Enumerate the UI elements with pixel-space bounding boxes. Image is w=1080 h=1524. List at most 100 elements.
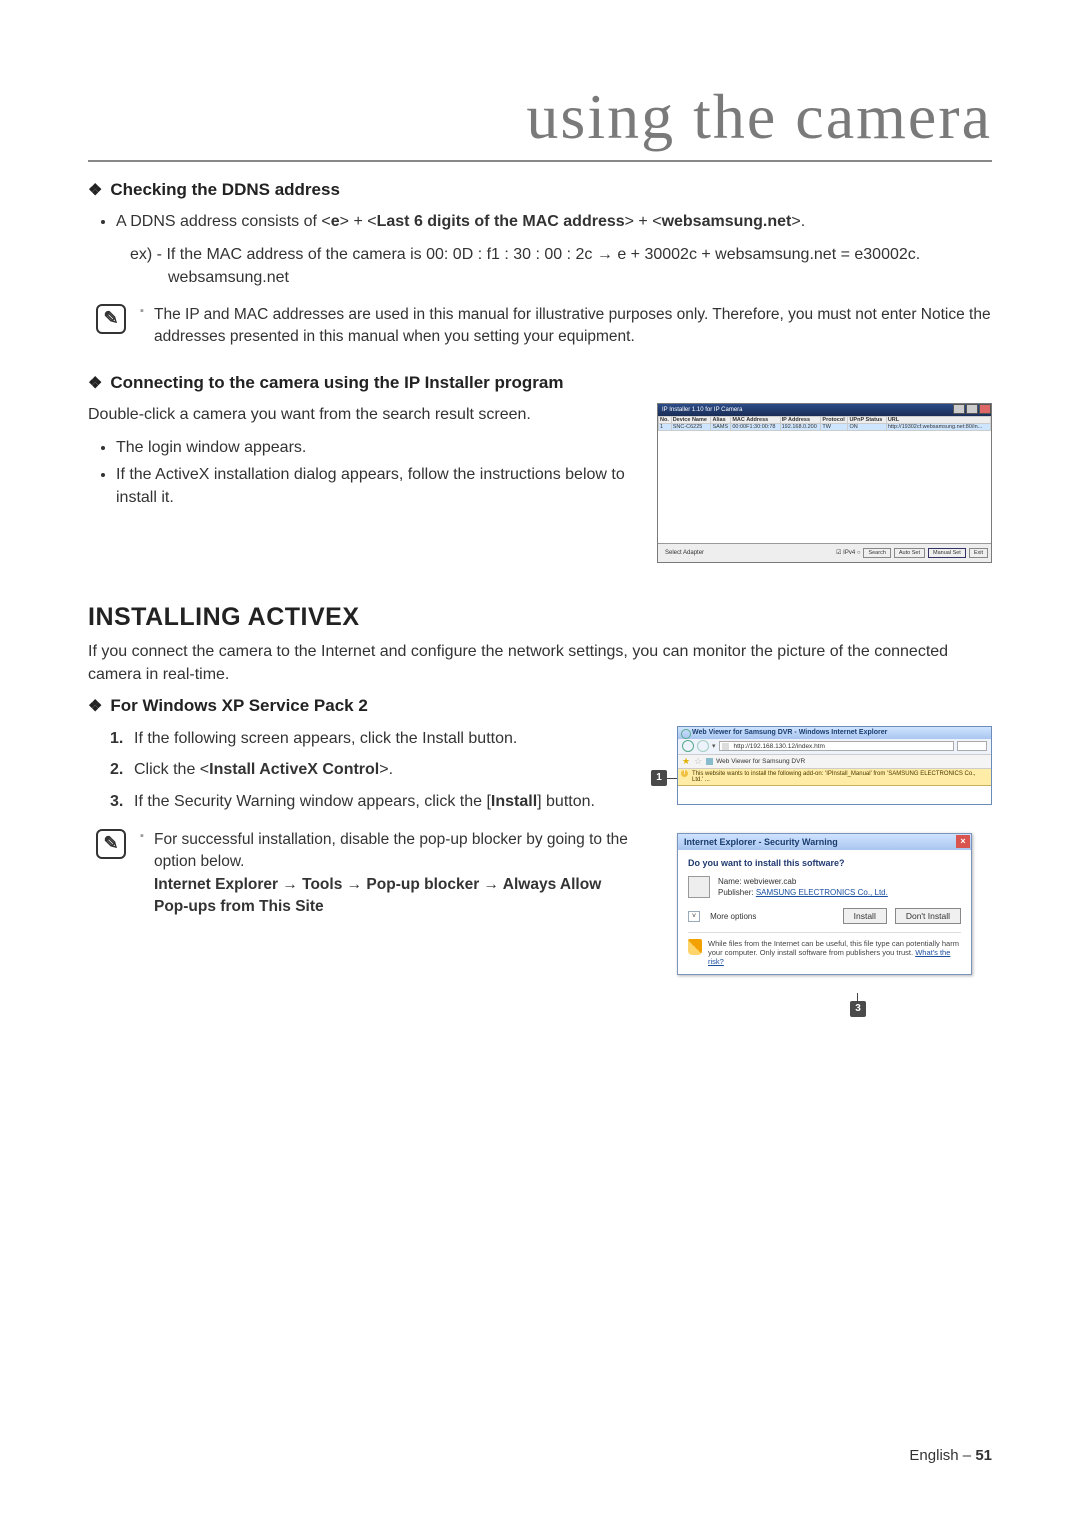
th: Alias [711,416,731,423]
text-bold: Install [491,793,537,810]
install-intro: If you connect the camera to the Interne… [88,640,992,686]
value: webviewer.cab [744,877,796,886]
text-bold: Last 6 digits of the MAC address [377,213,625,230]
td: 1 [659,423,672,430]
th: Device Name [671,416,711,423]
text: > + < [625,213,662,230]
callout-1: 1 [651,770,667,786]
td: ON [848,423,886,430]
text: > + < [340,213,377,230]
browser-tab[interactable]: Web Viewer for Samsung DVR [706,758,805,765]
step: 2.Click the <Install ActiveX Control>. [110,757,633,783]
heading-installing-activex: INSTALLING ACTIVEX [88,603,992,632]
shield-icon [688,939,702,955]
text: >. [379,761,393,778]
td: TW [821,423,848,430]
th: Protocol [821,416,848,423]
figure-ie-window: Web Viewer for Samsung DVR - Windows Int… [677,726,992,805]
callout-line [857,993,858,1003]
text-bold: Install ActiveX Control [209,761,379,778]
text-bold: websamsung.net [662,213,792,230]
text: If the Security Warning window appears, … [134,793,491,810]
connect-bullets: The login window appears. If the ActiveX… [116,436,633,510]
label: Name: [718,877,742,886]
window-title: Web Viewer for Samsung DVR - Windows Int… [678,727,991,739]
text: If the following screen appears, click t… [134,726,517,752]
add-favorite-icon[interactable]: ☆ [694,756,702,767]
step: 3.If the Security Warning window appears… [110,789,633,815]
th: UPnP Status [848,416,886,423]
figure-security-warning: Internet Explorer - Security Warning × D… [677,833,972,975]
favorites-icon[interactable]: ★ [682,756,690,767]
page-title: using the camera [88,80,992,162]
search-button[interactable]: Search [863,548,890,558]
note-text: For successful installation, disable the… [140,829,633,919]
bullet: The login window appears. [116,436,633,459]
table-row[interactable]: 1 SNC-C6225 SAMS 00:00F1:30:00:78 192.16… [659,423,991,430]
close-icon[interactable]: × [956,835,970,848]
installer-icon [688,876,710,898]
manual-set-button[interactable]: Manual Set [928,548,966,558]
radio-ipv4[interactable]: ☑ IPv4 ○ [836,549,860,556]
note-icon: ✎ [96,829,126,859]
figure-ip-installer: IP Installer 1.10 for IP Camera No. Devi… [657,403,992,563]
exit-button[interactable]: Exit [969,548,988,558]
auto-set-button[interactable]: Auto Set [894,548,925,558]
dialog-meta: Name: webviewer.cab Publisher: SAMSUNG E… [718,876,888,898]
connect-para: Double-click a camera you want from the … [88,403,633,426]
tab-label: Web Viewer for Samsung DVR [716,758,805,765]
text-bold: e [331,213,340,230]
dialog-question: Do you want to install this software? [688,858,961,868]
publisher-link[interactable]: SAMSUNG ELECTRONICS Co., Ltd. [756,888,888,897]
text: ex) - If the MAC address of the camera i… [130,243,992,266]
bullet: If the ActiveX installation dialog appea… [116,463,633,509]
th: No. [659,416,672,423]
callout-3: 3 [850,1001,866,1017]
search-input[interactable] [957,741,987,751]
install-steps: 1.If the following screen appears, click… [110,726,633,815]
page-icon [706,758,713,765]
address-bar[interactable]: http://192.168.130.12/index.htm [719,741,954,751]
text: >. [791,213,805,230]
th: URL [886,416,990,423]
ip-table: No. Device Name Alias MAC Address IP Add… [658,416,991,431]
dont-install-button[interactable]: Don't Install [895,908,961,924]
back-icon[interactable] [682,740,694,752]
install-button[interactable]: Install [843,908,887,924]
note-text: The IP and MAC addresses are used in thi… [140,304,992,349]
dialog-title: Internet Explorer - Security Warning [684,834,838,850]
text: A DDNS address consists of < [116,213,331,230]
heading-connect: Connecting to the camera using the IP In… [88,373,992,393]
activex-infobar[interactable]: This website wants to install the follow… [678,769,991,786]
label: Publisher: [718,888,754,897]
note-ddns: ✎ The IP and MAC addresses are used in t… [96,304,992,349]
td: 192.168.0.200 [780,423,821,430]
td: 00:00F1:30:00:78 [731,423,780,430]
th: IP Address [780,416,821,423]
text-bold: Internet Explorer → Tools → Pop-up block… [154,876,601,915]
dialog-warning: While files from the Internet can be use… [688,932,961,966]
window-title: IP Installer 1.10 for IP Camera [662,404,742,416]
more-options-label[interactable]: More options [710,912,756,921]
minimize-icon[interactable] [953,404,965,414]
maximize-icon[interactable] [966,404,978,414]
text: websamsung.net [168,266,992,289]
note-icon: ✎ [96,304,126,334]
heading-winxp-sp2: For Windows XP Service Pack 2 [88,696,992,716]
ddns-bullets: A DDNS address consists of <e> + <Last 6… [116,210,992,233]
label: Select Adapter [665,550,704,556]
text: ] button. [537,793,595,810]
footer-page-number: 51 [975,1447,992,1464]
ddns-bullet-1: A DDNS address consists of <e> + <Last 6… [116,210,992,233]
footer-lang: English – [909,1447,971,1464]
text: For successful installation, disable the… [154,831,628,870]
td: http://19302cf.websamsung.net:80/in... [886,423,990,430]
more-options-toggle[interactable]: ˅ [688,911,700,922]
ddns-example: ex) - If the MAC address of the camera i… [130,243,992,289]
page-footer: English – 51 [909,1447,992,1464]
td: SNC-C6225 [671,423,711,430]
close-icon[interactable] [979,404,991,414]
note-popup: ✎ For successful installation, disable t… [96,829,633,919]
forward-icon[interactable] [697,740,709,752]
step: 1.If the following screen appears, click… [110,726,633,752]
